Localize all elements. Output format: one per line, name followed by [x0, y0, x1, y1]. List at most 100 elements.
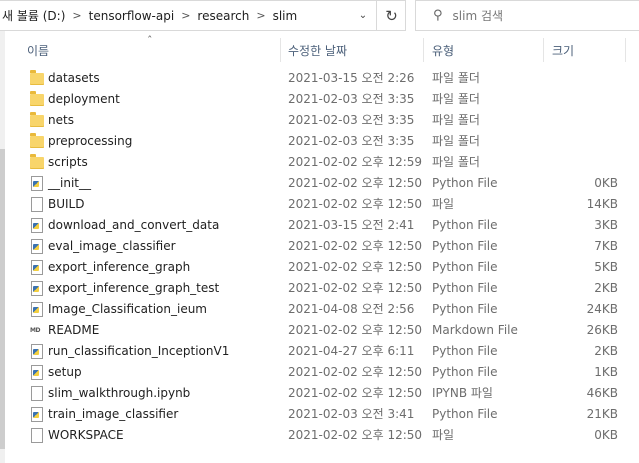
file-row[interactable]: Image_Classification_ieum 2021-04-08 오전 2… [0, 299, 639, 320]
column-divider[interactable] [625, 38, 626, 62]
file-row[interactable]: setup 2021-02-02 오후 12:50 Python File 1KB [0, 362, 639, 383]
file-name: datasets [48, 71, 100, 85]
file-date: 2021-03-15 오전 2:26 [288, 71, 415, 85]
file-size: 2KB [594, 344, 618, 358]
file-row[interactable]: nets 2021-02-03 오전 3:35 파일 폴더 [0, 110, 639, 131]
column-header-type[interactable]: 유형 [432, 40, 454, 60]
file-row[interactable]: BUILD 2021-02-02 오후 12:50 파일 14KB [0, 194, 639, 215]
file-size: 26KB [586, 323, 618, 337]
folder-icon [30, 70, 44, 85]
python-file-icon [31, 365, 43, 380]
file-name: README [48, 323, 100, 337]
file-name: download_and_convert_data [48, 218, 220, 232]
file-type: Python File [432, 302, 498, 316]
breadcrumb-separator-icon[interactable]: > [256, 9, 265, 22]
file-name: WORKSPACE [48, 428, 124, 442]
file-name: preprocessing [48, 134, 133, 148]
file-size: 0KB [594, 176, 618, 190]
markdown-file-icon: MD [30, 327, 40, 334]
file-row[interactable]: run_classification_InceptionV1 2021-04-27… [0, 341, 639, 362]
python-file-icon [31, 302, 43, 317]
file-date: 2021-02-03 오전 3:41 [288, 407, 415, 421]
sort-ascending-icon: ˆ [147, 34, 153, 47]
python-file-icon [31, 281, 43, 296]
file-type: Python File [432, 218, 498, 232]
file-name: slim_walkthrough.ipynb [48, 386, 191, 400]
file-icon [31, 197, 43, 212]
file-type: Python File [432, 260, 498, 274]
file-size: 5KB [594, 260, 618, 274]
file-date: 2021-02-02 오후 12:50 [288, 239, 423, 253]
file-date: 2021-02-02 오후 12:50 [288, 428, 423, 442]
file-type: Python File [432, 239, 498, 253]
file-row[interactable]: export_inference_graph_test 2021-02-02 오후… [0, 278, 639, 299]
refresh-icon[interactable]: ↻ [376, 0, 406, 31]
file-row[interactable]: __init__ 2021-02-02 오후 12:50 Python File 0K… [0, 173, 639, 194]
file-type: 파일 [432, 197, 455, 211]
file-name: export_inference_graph [48, 260, 191, 274]
file-size: 2KB [594, 281, 618, 295]
column-divider[interactable] [423, 38, 424, 62]
address-bar[interactable]: 새 볼륨 (D:) > tensorflow-api > research > … [0, 0, 406, 31]
file-row[interactable]: scripts 2021-02-02 오후 12:59 파일 폴더 [0, 152, 639, 173]
column-divider[interactable] [280, 38, 281, 62]
file-date: 2021-03-15 오전 2:41 [288, 218, 415, 232]
file-date: 2021-02-03 오전 3:35 [288, 92, 415, 106]
breadcrumb-slim[interactable]: slim [273, 9, 298, 23]
search-box[interactable]: ⚲ slim 검색 [415, 0, 639, 31]
file-row[interactable]: train_image_classifier 2021-02-03 오전 3:41… [0, 404, 639, 425]
file-name: setup [48, 365, 82, 379]
file-type: Python File [432, 365, 498, 379]
column-header-date[interactable]: 수정한 날짜 [288, 40, 347, 60]
file-list: datasets 2021-03-15 오전 2:26 파일 폴더 deploymen… [0, 68, 639, 446]
file-name: eval_image_classifier [48, 239, 176, 253]
breadcrumb-tensorflow-api[interactable]: tensorflow-api [89, 9, 175, 23]
file-type: Markdown File [432, 323, 518, 337]
file-row[interactable]: datasets 2021-03-15 오전 2:26 파일 폴더 [0, 68, 639, 89]
file-row[interactable]: download_and_convert_data 2021-03-15 오전 2… [0, 215, 639, 236]
file-date: 2021-02-02 오후 12:50 [288, 386, 423, 400]
column-divider[interactable] [543, 38, 544, 62]
file-row[interactable]: slim_walkthrough.ipynb 2021-02-02 오후 12:5… [0, 383, 639, 404]
file-size: 7KB [594, 239, 618, 253]
file-row[interactable]: export_inference_graph 2021-02-02 오후 12:5… [0, 257, 639, 278]
file-name: __init__ [48, 176, 91, 190]
file-date: 2021-02-03 오전 3:35 [288, 134, 415, 148]
folder-icon [30, 133, 44, 148]
file-row[interactable]: eval_image_classifier 2021-02-02 오후 12:50… [0, 236, 639, 257]
file-type: IPYNB 파일 [432, 386, 493, 400]
breadcrumb-separator-icon[interactable]: > [72, 9, 81, 22]
file-name: deployment [48, 92, 120, 106]
file-type: 파일 폴더 [432, 113, 480, 127]
file-size: 24KB [586, 302, 618, 316]
file-name: Image_Classification_ieum [48, 302, 207, 316]
file-type: Python File [432, 281, 498, 295]
python-file-icon [31, 407, 43, 422]
breadcrumb-research[interactable]: research [197, 9, 249, 23]
chevron-down-icon[interactable]: ⌄ [349, 1, 377, 30]
file-date: 2021-02-02 오후 12:50 [288, 197, 423, 211]
breadcrumb-separator-icon[interactable]: > [181, 9, 190, 22]
file-name: BUILD [48, 197, 85, 211]
file-type: 파일 폴더 [432, 71, 480, 85]
file-name: train_image_classifier [48, 407, 179, 421]
search-input[interactable]: slim 검색 [453, 7, 504, 24]
column-header-size[interactable]: 크기 [552, 40, 574, 60]
file-row[interactable]: preprocessing 2021-02-03 오전 3:35 파일 폴더 [0, 131, 639, 152]
breadcrumb-drive[interactable]: 새 볼륨 (D:) [2, 7, 65, 24]
file-type: Python File [432, 344, 498, 358]
column-header-name[interactable]: 이름 [27, 40, 49, 60]
file-type: 파일 폴더 [432, 155, 480, 169]
file-icon [31, 428, 43, 443]
file-type: 파일 폴더 [432, 92, 480, 106]
file-date: 2021-02-03 오전 3:35 [288, 113, 415, 127]
python-file-icon [31, 239, 43, 254]
search-icon: ⚲ [433, 8, 443, 23]
python-file-icon [31, 260, 43, 275]
file-row[interactable]: WORKSPACE 2021-02-02 오후 12:50 파일 0KB [0, 425, 639, 446]
file-type: 파일 폴더 [432, 134, 480, 148]
file-row[interactable]: MD README 2021-02-02 오후 12:50 Markdown File… [0, 320, 639, 341]
folder-icon [30, 112, 44, 127]
file-type: Python File [432, 176, 498, 190]
file-row[interactable]: deployment 2021-02-03 오전 3:35 파일 폴더 [0, 89, 639, 110]
